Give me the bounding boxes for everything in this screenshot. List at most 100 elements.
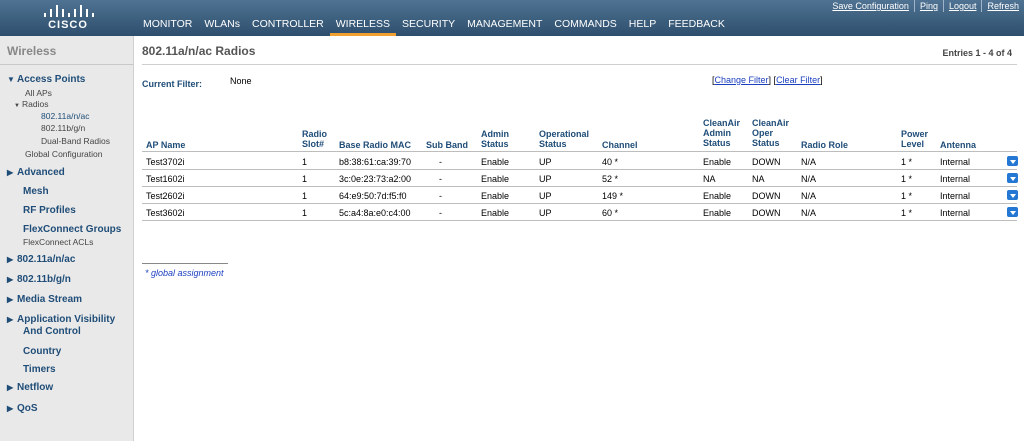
sidebar-item-advanced[interactable]: ▶ Advanced [7, 167, 65, 178]
cell-ap-name[interactable]: Test3602i [146, 208, 185, 218]
ping-link[interactable]: Ping [913, 0, 943, 12]
sidebar-item-application-visibility[interactable]: ▶ Application Visibility [7, 314, 115, 325]
sidebar-item-country[interactable]: Country [23, 346, 61, 357]
collapsed-triangle-icon: ▶ [7, 383, 14, 392]
sidebar-item-band-80211bgn[interactable]: ▶ 802.11b/g/n [7, 274, 71, 285]
main-nav: MONITOR WLANs CONTROLLER WIRELESS SECURI… [137, 17, 731, 36]
cell-base-radio-mac: 3c:0e:23:73:a2:00 [339, 174, 412, 184]
cell-admin-status: Enable [481, 157, 510, 167]
sidebar-item-mesh[interactable]: Mesh [23, 186, 49, 197]
sidebar-title: Wireless [7, 44, 57, 58]
footnote-global-assignment: * global assignment [145, 268, 224, 278]
top-header-bar: CISCO Save Configuration Ping Logout Ref… [0, 0, 1024, 36]
cell-sub-band: - [439, 174, 442, 184]
footnote-divider [142, 263, 228, 264]
cell-ap-name[interactable]: Test2602i [146, 191, 185, 201]
nav-help[interactable]: HELP [623, 17, 662, 36]
col-header-operational-status: Operational Status [539, 129, 590, 149]
collapsed-triangle-icon: ▶ [7, 295, 14, 304]
cell-channel: 40 * [602, 157, 619, 167]
col-header-base-radio-mac: Base Radio MAC [339, 140, 412, 150]
sidebar-item-rf-profiles[interactable]: RF Profiles [23, 205, 76, 216]
cell-ap-name[interactable]: Test1602i [146, 174, 185, 184]
cell-channel: 149 * [602, 191, 624, 201]
brand-name: CISCO [48, 19, 88, 31]
col-header-radio-slot: Radio Slot# [302, 129, 328, 149]
table-row: Test1602i 1 3c:0e:23:73:a2:00 - Enable U… [142, 170, 1018, 187]
cell-power-level: 1 * [901, 208, 913, 218]
row-action-dropdown-icon[interactable] [1007, 207, 1018, 217]
cell-admin-status: Enable [481, 208, 510, 218]
change-filter-link[interactable]: Change Filter [715, 75, 769, 85]
save-configuration-link[interactable]: Save Configuration [827, 0, 914, 12]
col-header-radio-role: Radio Role [801, 140, 849, 150]
sidebar-item-band-80211anac[interactable]: ▶ 802.11a/n/ac [7, 254, 75, 265]
sidebar-item-netflow[interactable]: ▶ Netflow [7, 382, 53, 393]
nav-security[interactable]: SECURITY [396, 17, 461, 36]
cell-radio-slot: 1 [302, 157, 308, 167]
nav-wlans[interactable]: WLANs [198, 17, 246, 36]
cell-antenna: Internal [940, 208, 971, 218]
nav-feedback[interactable]: FEEDBACK [662, 17, 731, 36]
cell-antenna: Internal [940, 157, 971, 167]
refresh-link[interactable]: Refresh [981, 0, 1024, 12]
sidebar-item-radios[interactable]: ▼ Radios [14, 99, 48, 109]
clear-filter-link[interactable]: Clear Filter [776, 75, 820, 85]
cell-base-radio-mac: 5c:a4:8a:e0:c4:00 [339, 208, 411, 218]
table-header-divider [142, 151, 1017, 152]
cell-ap-name[interactable]: Test3702i [146, 157, 185, 167]
cell-channel: 60 * [602, 208, 619, 218]
logout-link[interactable]: Logout [942, 0, 982, 12]
sidebar-divider [0, 64, 133, 65]
cell-radio-role: N/A [801, 191, 817, 201]
row-action-dropdown-icon[interactable] [1007, 190, 1018, 200]
utility-links: Save Configuration Ping Logout Refresh [827, 0, 1024, 12]
sidebar-item-flexconnect-acls[interactable]: FlexConnect ACLs [23, 237, 93, 247]
filter-links: [Change Filter] [Clear Filter] [712, 75, 823, 85]
sidebar-item-radio-80211anac[interactable]: 802.11a/n/ac [41, 111, 90, 121]
cell-radio-slot: 1 [302, 208, 308, 218]
sidebar-item-media-stream[interactable]: ▶ Media Stream [7, 294, 82, 305]
sidebar-item-application-visibility-line2[interactable]: And Control [23, 326, 81, 337]
table-row: Test3602i 1 5c:a4:8a:e0:c4:00 - Enable U… [142, 204, 1018, 221]
cell-base-radio-mac: b8:38:61:ca:39:70 [339, 157, 412, 167]
cell-channel: 52 * [602, 174, 619, 184]
cell-power-level: 1 * [901, 191, 913, 201]
row-action-dropdown-icon[interactable] [1007, 156, 1018, 166]
nav-commands[interactable]: COMMANDS [548, 17, 622, 36]
row-action-dropdown-icon[interactable] [1007, 173, 1018, 183]
collapsed-triangle-icon: ▶ [7, 275, 14, 284]
cell-cleanair-admin-status: Enable [703, 157, 732, 167]
cell-cleanair-admin-status: NA [703, 174, 716, 184]
sidebar-item-access-points[interactable]: ▼ Access Points [7, 74, 85, 85]
cell-cleanair-admin-status: Enable [703, 191, 732, 201]
sidebar-item-all-aps[interactable]: All APs [25, 88, 52, 98]
cell-base-radio-mac: 64:e9:50:7d:f5:f0 [339, 191, 407, 201]
sidebar-item-global-configuration[interactable]: Global Configuration [25, 149, 103, 159]
collapsed-triangle-icon: ▶ [7, 255, 14, 264]
cell-power-level: 1 * [901, 174, 913, 184]
sidebar-item-dual-band-radios[interactable]: Dual-Band Radios [41, 136, 110, 146]
page-title: 802.11a/n/ac Radios [142, 44, 256, 58]
nav-management[interactable]: MANAGEMENT [461, 17, 548, 36]
cell-cleanair-oper-status: NA [752, 174, 765, 184]
nav-monitor[interactable]: MONITOR [137, 17, 198, 36]
cell-sub-band: - [439, 157, 442, 167]
cell-admin-status: Enable [481, 174, 510, 184]
cell-operational-status: UP [539, 157, 552, 167]
cell-cleanair-admin-status: Enable [703, 208, 732, 218]
sidebar-item-radio-80211bgn[interactable]: 802.11b/g/n [41, 123, 85, 133]
sidebar-item-flexconnect-groups[interactable]: FlexConnect Groups [23, 224, 121, 235]
cell-antenna: Internal [940, 191, 971, 201]
cell-radio-slot: 1 [302, 174, 308, 184]
collapsed-triangle-icon: ▶ [7, 168, 14, 177]
nav-controller[interactable]: CONTROLLER [246, 17, 330, 36]
col-header-cleanair-oper-status: CleanAir Oper Status [752, 118, 790, 148]
cell-operational-status: UP [539, 174, 552, 184]
cell-radio-role: N/A [801, 208, 817, 218]
nav-wireless[interactable]: WIRELESS [329, 17, 397, 36]
collapsed-triangle-icon: ▶ [7, 404, 14, 413]
cell-sub-band: - [439, 208, 442, 218]
sidebar-item-qos[interactable]: ▶ QoS [7, 403, 38, 414]
sidebar-item-timers[interactable]: Timers [23, 364, 56, 375]
